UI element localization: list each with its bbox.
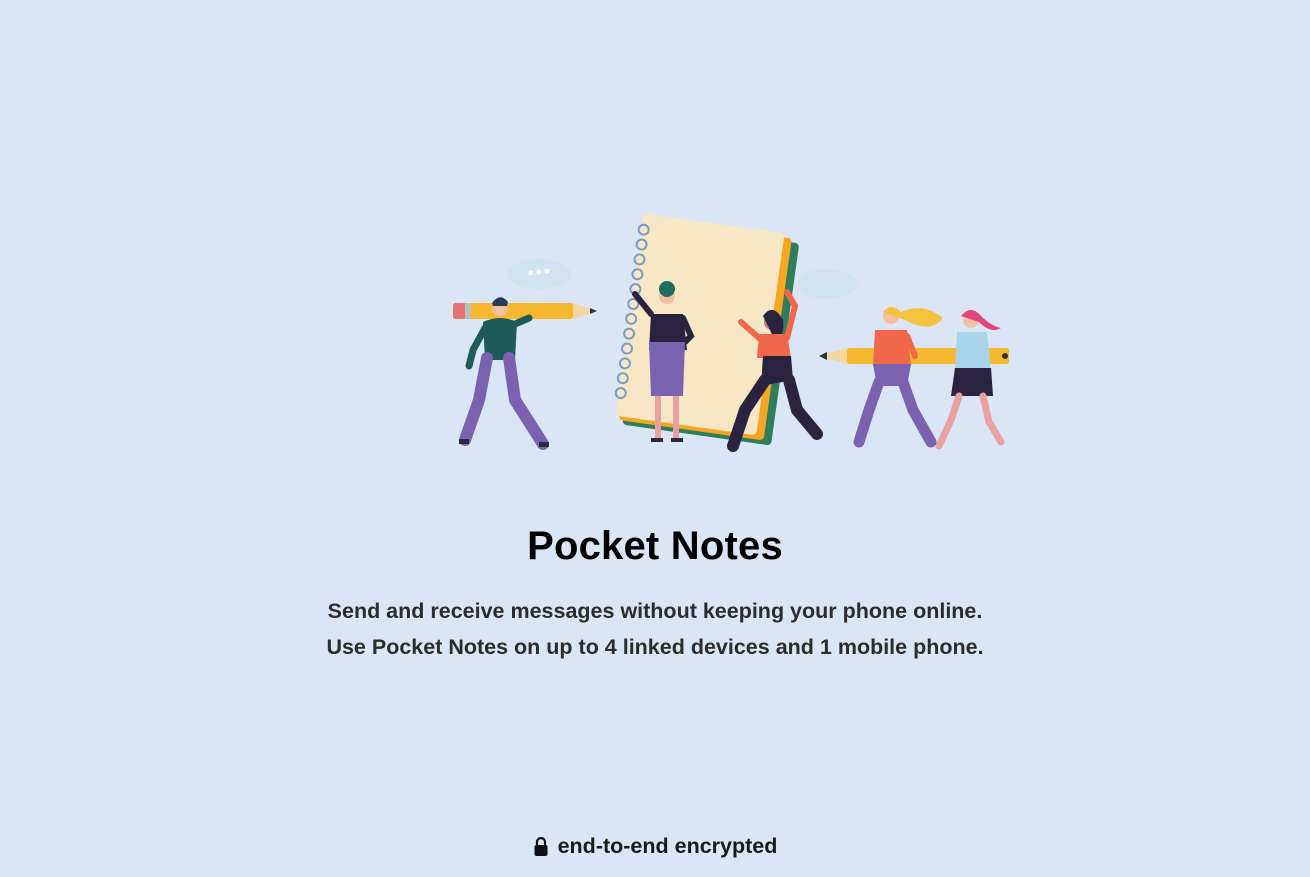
description-line-2: Use Pocket Notes on up to 4 linked devic… [326, 635, 984, 659]
lock-icon [533, 836, 549, 858]
encryption-notice: end-to-end encrypted [0, 834, 1310, 859]
app-title: Pocket Notes [527, 524, 783, 568]
encryption-label: end-to-end encrypted [557, 834, 778, 858]
hero-illustration [445, 210, 1020, 460]
description-line-1: Send and receive messages without keepin… [327, 599, 983, 623]
